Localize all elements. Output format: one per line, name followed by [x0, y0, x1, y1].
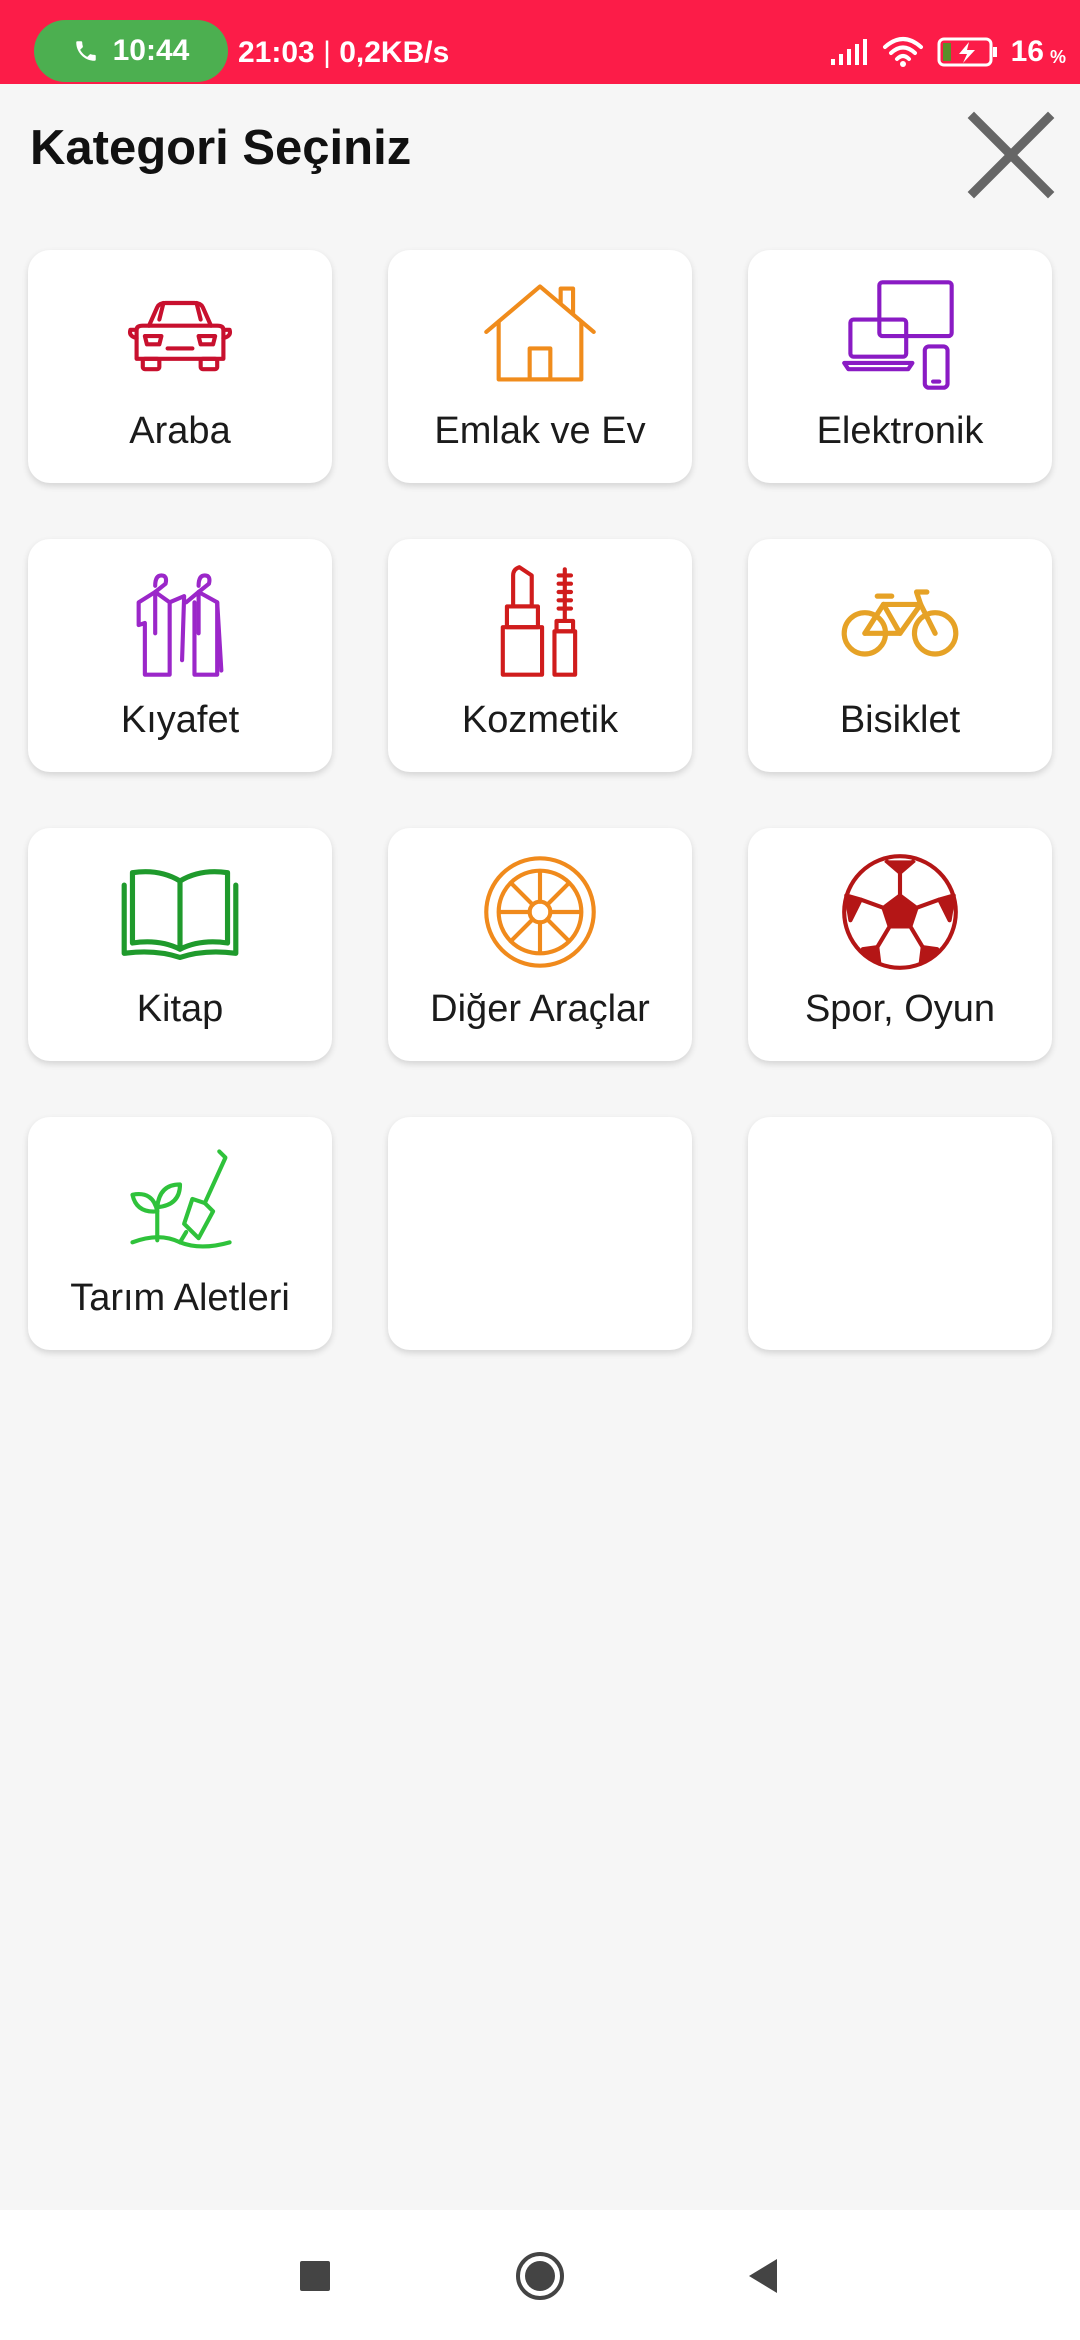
network-speed: 0,2KB/s: [339, 36, 450, 69]
lipstick-mascara-icon: [478, 561, 602, 685]
battery-percent-unit: %: [1049, 46, 1066, 67]
wifi-icon: [882, 37, 923, 67]
triangle-back-icon: [749, 2259, 777, 2293]
category-label: Tarım Aletleri: [70, 1277, 290, 1319]
recents-button[interactable]: [285, 2246, 345, 2306]
category-card-kozmetik[interactable]: Kozmetik: [388, 539, 692, 772]
close-icon: [967, 111, 1055, 199]
category-card-diger-araclar[interactable]: Diğer Araçlar: [388, 828, 692, 1061]
category-card-bisiklet[interactable]: Bisiklet: [748, 539, 1052, 772]
soccer-ball-icon: [838, 850, 962, 974]
signal-icon: [830, 39, 867, 65]
category-label: Emlak ve Ev: [434, 410, 646, 452]
circle-icon: [516, 2252, 564, 2300]
devices-icon: [838, 272, 962, 396]
book-icon: [118, 850, 242, 974]
square-icon: [300, 2261, 330, 2291]
category-card-kiyafet[interactable]: Kıyafet: [28, 539, 332, 772]
category-card-elektronik[interactable]: Elektronik: [748, 250, 1052, 483]
house-icon: [478, 272, 602, 396]
gardening-icon: [118, 1139, 242, 1263]
category-label: Kitap: [136, 988, 224, 1030]
status-separator: |: [323, 36, 340, 69]
category-card-kitap[interactable]: Kitap: [28, 828, 332, 1061]
category-label: Kıyafet: [120, 699, 240, 741]
status-clock: 21:03: [238, 36, 315, 69]
battery-charging-icon: [937, 37, 997, 67]
ongoing-call-pill[interactable]: 10:44: [34, 20, 228, 82]
category-label: Diğer Araçlar: [430, 988, 650, 1030]
home-button[interactable]: [510, 2246, 570, 2306]
phone-icon: [75, 41, 96, 61]
category-card-spor-oyun[interactable]: Spor, Oyun: [748, 828, 1052, 1061]
clothes-icon: [118, 561, 242, 685]
back-button[interactable]: [735, 2246, 795, 2306]
category-card-araba[interactable]: Araba: [28, 250, 332, 483]
wheel-icon: [478, 850, 602, 974]
category-grid: Araba Emlak ve Ev Elektronik Kıyafet Koz…: [28, 250, 1052, 1350]
status-bar: 10:44 21:03 | 0,2KB/s 16 %: [0, 0, 1080, 84]
close-button[interactable]: [966, 110, 1056, 200]
call-duration: 10:44: [112, 34, 190, 67]
category-label: Bisiklet: [839, 699, 961, 741]
empty-card: [388, 1117, 692, 1350]
empty-card: [748, 1117, 1052, 1350]
category-label: Elektronik: [816, 410, 984, 452]
page-title: Kategori Seçiniz: [30, 121, 412, 175]
navigation-bar: [0, 2210, 1080, 2340]
battery-percent: 16: [1010, 35, 1044, 68]
car-icon: [118, 272, 242, 396]
category-label: Kozmetik: [461, 699, 619, 741]
category-card-emlak-ve-ev[interactable]: Emlak ve Ev: [388, 250, 692, 483]
category-card-tarim-aletleri[interactable]: Tarım Aletleri: [28, 1117, 332, 1350]
category-label: Araba: [129, 410, 231, 452]
bicycle-icon: [838, 561, 962, 685]
category-label: Spor, Oyun: [804, 988, 996, 1030]
